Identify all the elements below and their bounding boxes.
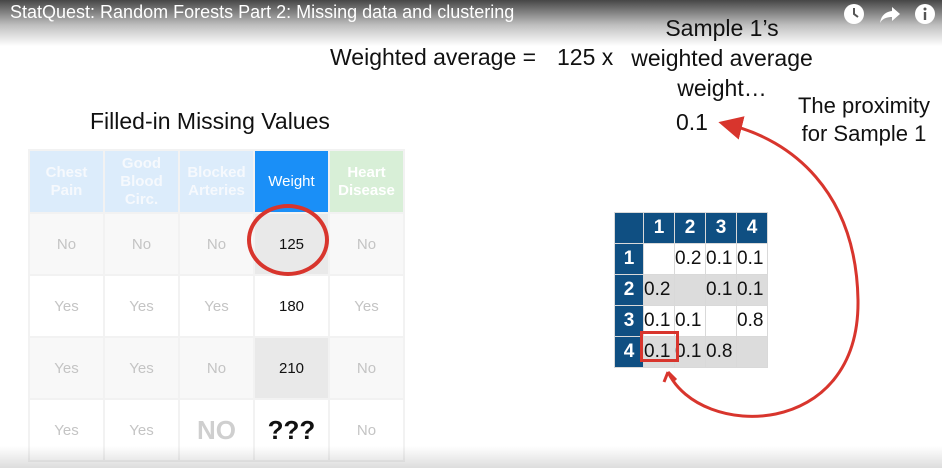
- curved-arrow: [662, 116, 860, 418]
- video-bottom-fade: [0, 446, 942, 468]
